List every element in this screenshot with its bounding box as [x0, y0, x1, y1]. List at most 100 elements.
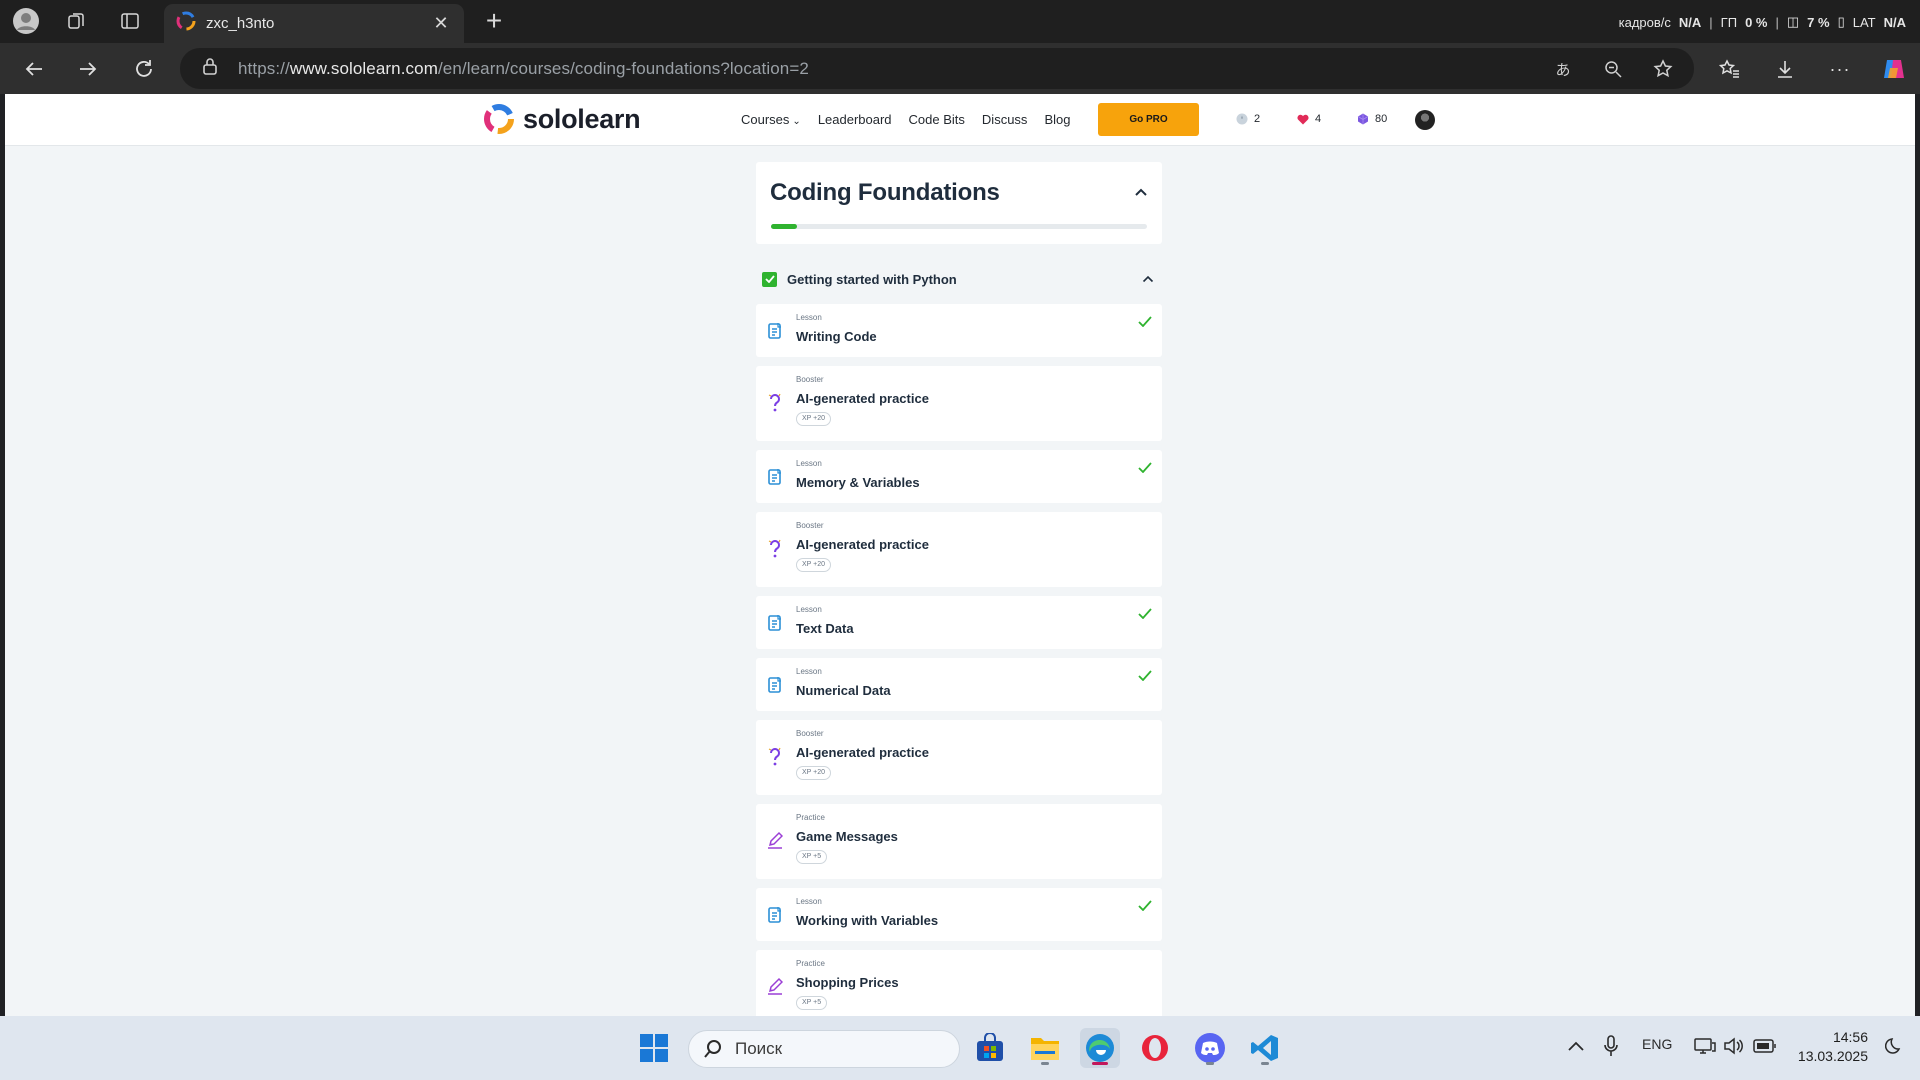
- favorites-icon[interactable]: [1716, 55, 1744, 83]
- divider: |: [1775, 14, 1779, 30]
- network-icon[interactable]: [1694, 1036, 1716, 1056]
- opera-app-icon[interactable]: [1135, 1028, 1175, 1068]
- lesson-item[interactable]: Lesson Memory & Variables: [756, 450, 1162, 503]
- browser-tab-bar: zxc_h3nto ✕ + кадров/с N/A | ГП 0 % | ◫ …: [0, 0, 1920, 43]
- profile-icon[interactable]: [10, 6, 42, 36]
- course-header-card: Coding Foundations: [756, 162, 1162, 244]
- nav-blog[interactable]: Blog: [1044, 112, 1070, 127]
- tab-actions-icon[interactable]: [114, 6, 146, 36]
- item-type-label: Booster: [796, 375, 824, 384]
- refresh-icon[interactable]: [126, 51, 162, 87]
- sololearn-logo[interactable]: sololearn: [483, 103, 641, 135]
- discord-app-icon[interactable]: [1190, 1028, 1230, 1068]
- vscode-app-icon[interactable]: [1245, 1028, 1285, 1068]
- battery-icon[interactable]: [1753, 1036, 1777, 1056]
- lesson-item[interactable]: Lesson Working with Variables: [756, 888, 1162, 941]
- course-title: Coding Foundations: [770, 179, 1000, 206]
- lock-icon[interactable]: [202, 57, 218, 80]
- forward-icon[interactable]: [70, 51, 106, 87]
- completed-check-icon: [1138, 460, 1152, 478]
- module-completed-checkbox: [762, 271, 777, 287]
- url-host: www.sololearn.com: [289, 58, 438, 78]
- fps-label: кадров/с: [1618, 14, 1671, 30]
- discord-icon: [1195, 1033, 1225, 1063]
- translate-icon[interactable]: あ: [1550, 56, 1576, 82]
- collapse-module-button[interactable]: [1142, 270, 1154, 288]
- chevron-up-icon: [1142, 275, 1154, 283]
- lesson-item[interactable]: Booster AI-generated practice XP +20: [756, 366, 1162, 441]
- url-text[interactable]: https://www.sololearn.com/en/learn/cours…: [238, 59, 809, 79]
- lesson-icon: [767, 614, 783, 632]
- user-avatar[interactable]: [1415, 110, 1435, 130]
- course-progress-bar: [771, 224, 1147, 229]
- taskbar-search[interactable]: Поиск: [688, 1030, 960, 1068]
- folder-icon: [1031, 1038, 1059, 1060]
- streak-count: 2: [1254, 113, 1261, 125]
- streak-stat[interactable]: 2: [1236, 113, 1260, 125]
- system-clock[interactable]: 14:56 13.03.2025: [1798, 1028, 1868, 1066]
- zoom-out-icon[interactable]: [1600, 56, 1626, 82]
- input-language[interactable]: ENG: [1642, 1036, 1672, 1052]
- back-icon[interactable]: [16, 51, 52, 87]
- close-tab-icon[interactable]: ✕: [430, 13, 452, 34]
- tab-title: zxc_h3nto: [206, 15, 275, 32]
- lesson-item[interactable]: Practice Game Messages XP +5: [756, 804, 1162, 879]
- site-header: sololearn Courses ⌄ Leaderboard Code Bits…: [5, 94, 1915, 146]
- search-placeholder: Поиск: [735, 1039, 783, 1058]
- hearts-count: 4: [1315, 113, 1322, 125]
- item-title: Writing Code: [796, 329, 877, 344]
- windows-taskbar: Поиск ENG 14:56 13.03.2025: [0, 1016, 1920, 1080]
- do-not-disturb-moon-icon[interactable]: [1884, 1036, 1904, 1056]
- layout-lang: LAT: [1852, 14, 1876, 30]
- active-indicator: [1092, 1062, 1108, 1065]
- lesson-item[interactable]: Booster AI-generated practice XP +20: [756, 720, 1162, 795]
- item-title: Text Data: [796, 621, 854, 636]
- clock-date: 13.03.2025: [1797, 1048, 1868, 1064]
- lesson-item[interactable]: Booster AI-generated practice XP +20: [756, 512, 1162, 587]
- start-button[interactable]: [634, 1028, 674, 1068]
- nav-courses[interactable]: Courses ⌄: [741, 112, 801, 127]
- favorite-star-icon[interactable]: [1650, 56, 1676, 82]
- gpu-label: ГП: [1720, 14, 1738, 30]
- cpu-value: 7 %: [1807, 14, 1830, 30]
- store-app-icon[interactable]: [970, 1028, 1010, 1068]
- address-bar[interactable]: https://www.sololearn.com/en/learn/cours…: [180, 48, 1694, 89]
- lesson-item[interactable]: Practice Shopping Prices XP +5: [756, 950, 1162, 1016]
- cpu-icon: ◫: [1786, 14, 1800, 29]
- lesson-item[interactable]: Lesson Numerical Data: [756, 658, 1162, 711]
- lesson-item[interactable]: Lesson Writing Code: [756, 304, 1162, 357]
- downloads-icon[interactable]: [1771, 55, 1799, 83]
- workspaces-icon[interactable]: [60, 6, 92, 36]
- show-hidden-icons-chevron-up-icon[interactable]: [1566, 1036, 1586, 1056]
- xp-badge: XP +20: [796, 766, 832, 780]
- nav-leaderboard[interactable]: Leaderboard: [818, 112, 892, 127]
- xp-badge: XP +5: [796, 850, 828, 864]
- lesson-icon: [767, 322, 783, 340]
- file-explorer-app-icon[interactable]: [1025, 1028, 1065, 1068]
- gems-stat[interactable]: 80: [1357, 113, 1387, 125]
- completed-check-icon: [1138, 668, 1152, 686]
- nav-code-bits[interactable]: Code Bits: [909, 112, 965, 127]
- chevron-up-icon: [1135, 188, 1147, 196]
- module-header[interactable]: Getting started with Python: [756, 264, 1162, 294]
- gem-icon: [1357, 113, 1369, 125]
- running-indicator: [1206, 1062, 1214, 1065]
- hearts-stat[interactable]: 4: [1297, 113, 1321, 125]
- lesson-item[interactable]: Lesson Text Data: [756, 596, 1162, 649]
- more-menu-icon[interactable]: ···: [1826, 55, 1854, 83]
- nav-discuss[interactable]: Discuss: [982, 112, 1028, 127]
- item-type-label: Practice: [796, 959, 825, 968]
- question-icon: [767, 393, 783, 412]
- go-pro-button[interactable]: Go PRO: [1098, 103, 1199, 136]
- heart-icon: [1297, 114, 1309, 124]
- copilot-icon[interactable]: [1880, 55, 1908, 83]
- item-type-label: Booster: [796, 521, 824, 530]
- running-indicator: [1261, 1062, 1269, 1065]
- active-tab[interactable]: zxc_h3nto ✕: [164, 4, 464, 43]
- collapse-course-button[interactable]: [1134, 184, 1148, 202]
- performance-overlay: кадров/с N/A | ГП 0 % | ◫ 7 % ▯ LAT N/A: [1619, 12, 1906, 32]
- new-tab-button[interactable]: +: [478, 6, 510, 38]
- microphone-icon[interactable]: [1601, 1034, 1621, 1058]
- edge-app-icon[interactable]: [1080, 1028, 1120, 1068]
- volume-icon[interactable]: [1723, 1036, 1743, 1056]
